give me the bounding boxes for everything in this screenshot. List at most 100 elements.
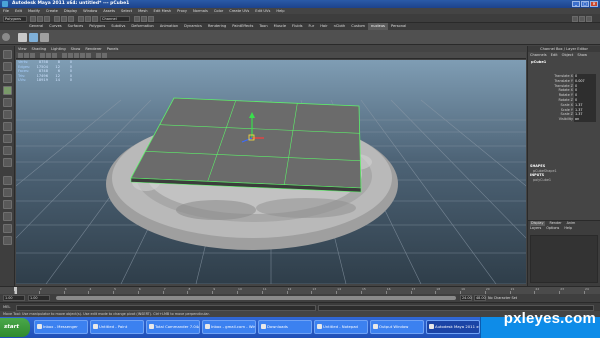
soft-mod-icon[interactable] bbox=[3, 134, 12, 143]
channel-box-toggle-icon[interactable] bbox=[586, 15, 592, 22]
new-scene-icon[interactable] bbox=[30, 15, 36, 22]
range-bar[interactable] bbox=[56, 296, 456, 300]
select-hierarchy-icon[interactable] bbox=[54, 15, 60, 22]
select-tool-icon[interactable] bbox=[3, 50, 12, 59]
channel-menu-object[interactable]: Object bbox=[562, 52, 574, 58]
playback-start-field[interactable]: 1.00 bbox=[28, 295, 50, 301]
playback-end-field[interactable]: 24.00 bbox=[460, 295, 472, 301]
command-language-label[interactable]: MEL bbox=[3, 305, 10, 309]
render-frame-icon[interactable] bbox=[134, 15, 140, 22]
shelf-tab-hair[interactable]: Hair bbox=[317, 23, 330, 30]
shelf-tab-subdivs[interactable]: Subdivs bbox=[108, 23, 128, 30]
minimize-button[interactable]: _ bbox=[572, 1, 580, 7]
taskbar-button-inbox-messenger[interactable]: Inbox - Messenger bbox=[34, 320, 88, 334]
start-button[interactable]: start bbox=[0, 318, 30, 337]
paint-select-tool-icon[interactable] bbox=[3, 74, 12, 83]
attribute-value-field[interactable]: on bbox=[574, 117, 596, 122]
textured-icon[interactable] bbox=[80, 53, 85, 58]
menu-set-selector[interactable]: Polygons bbox=[3, 15, 27, 22]
camera-attributes-icon[interactable] bbox=[24, 53, 29, 58]
shelf-tab-deformation[interactable]: Deformation bbox=[128, 23, 156, 30]
shelf-cube-icon[interactable] bbox=[18, 33, 27, 42]
input-node[interactable]: polyCube1 bbox=[530, 178, 599, 183]
render-settings-icon[interactable] bbox=[148, 15, 154, 22]
snap-grid-icon[interactable] bbox=[78, 15, 84, 22]
taskbar-button-autodesk-maya-2011-x6[interactable]: Autodesk Maya 2011 x6... bbox=[426, 320, 480, 334]
channel-menu-edit[interactable]: Edit bbox=[551, 52, 558, 58]
scale-tool-icon[interactable] bbox=[3, 110, 12, 119]
snap-curve-icon[interactable] bbox=[85, 15, 91, 22]
single-perspective-layout-icon[interactable] bbox=[3, 176, 12, 185]
select-object-icon[interactable] bbox=[61, 15, 67, 22]
open-scene-icon[interactable] bbox=[37, 15, 43, 22]
shelf-sphere-icon[interactable] bbox=[29, 33, 38, 42]
smooth-shade-icon[interactable] bbox=[68, 53, 73, 58]
shelf-tab-fur[interactable]: Fur bbox=[306, 23, 318, 30]
shelf-tab-custom[interactable]: Custom bbox=[348, 23, 368, 30]
shelf-tab-personal[interactable]: Personal bbox=[388, 23, 409, 30]
shelf-tab-muscle[interactable]: Muscle bbox=[271, 23, 289, 30]
object-name[interactable]: pCube1 bbox=[528, 58, 600, 66]
shelf-tab-nucleus[interactable]: nucleus bbox=[368, 23, 388, 30]
persp-graph-layout-icon[interactable] bbox=[3, 212, 12, 221]
lights-icon[interactable] bbox=[86, 53, 91, 58]
tool-settings-toggle-icon[interactable] bbox=[579, 15, 585, 22]
attribute-row[interactable]: Visibility on bbox=[530, 117, 599, 122]
animation-end-field[interactable]: 48.00 bbox=[474, 295, 486, 301]
command-input[interactable] bbox=[16, 304, 316, 311]
scene-graphics[interactable] bbox=[16, 60, 526, 284]
hypershade-layout-icon[interactable] bbox=[3, 224, 12, 233]
shelf-tab-rendering[interactable]: Rendering bbox=[205, 23, 229, 30]
character-set-selector[interactable]: No Character Set bbox=[488, 295, 517, 301]
perspective-viewport[interactable]: Verts: 8758 8 0 Edges: 17504 12 0 Faces: 8748 6 0 Tr… bbox=[16, 60, 526, 284]
film-gate-icon[interactable] bbox=[52, 53, 57, 58]
maximize-button[interactable]: □ bbox=[581, 1, 589, 7]
shelf-tab-surfaces[interactable]: Surfaces bbox=[65, 23, 87, 30]
shelf-tab-general[interactable]: General bbox=[26, 23, 46, 30]
taskbar-button-untitled-paint[interactable]: Untitled - Paint bbox=[90, 320, 144, 334]
isolate-select-icon[interactable] bbox=[96, 53, 101, 58]
taskbar-button-inbox-gmail-com-windo[interactable]: Inbox - gmail.com - Windo... bbox=[202, 320, 256, 334]
attribute-editor-toggle-icon[interactable] bbox=[572, 15, 578, 22]
quick-name-field[interactable]: Channel bbox=[100, 15, 130, 22]
layer-list-area[interactable] bbox=[530, 235, 598, 283]
select-component-icon[interactable] bbox=[68, 15, 74, 22]
taskbar-button-total-commander-7-04a[interactable]: Total Commander 7.04a bbox=[146, 320, 200, 334]
shelf-tab-painteffects[interactable]: PaintEffects bbox=[229, 23, 256, 30]
close-button[interactable]: × bbox=[590, 1, 598, 7]
rotate-tool-icon[interactable] bbox=[3, 98, 12, 107]
persp-outliner-layout-icon[interactable] bbox=[3, 200, 12, 209]
taskbar-button-downloads[interactable]: Downloads bbox=[258, 320, 312, 334]
bookmark-icon[interactable] bbox=[30, 53, 35, 58]
animation-start-field[interactable]: 1.00 bbox=[3, 295, 25, 301]
universal-manip-icon[interactable] bbox=[3, 122, 12, 131]
outliner-layout-icon[interactable] bbox=[3, 236, 12, 245]
show-manip-icon[interactable] bbox=[3, 146, 12, 155]
shelf-cylinder-icon[interactable] bbox=[40, 33, 49, 42]
wireframe-icon[interactable] bbox=[62, 53, 67, 58]
channel-menu-channels[interactable]: Channels bbox=[530, 52, 547, 58]
shelf-tab-toon[interactable]: Toon bbox=[256, 23, 270, 30]
time-slider[interactable]: 1 2 3 4 5 6 7 8 9 10 11 12 13 14 15 16 17 18 19 20 21 22 23 24 bbox=[0, 286, 600, 295]
wireframe-on-shaded-icon[interactable] bbox=[74, 53, 79, 58]
image-plane-icon[interactable] bbox=[40, 53, 45, 58]
move-tool-icon[interactable] bbox=[3, 86, 12, 95]
camera-select-icon[interactable] bbox=[18, 53, 23, 58]
grid-toggle-icon[interactable] bbox=[46, 53, 51, 58]
lasso-tool-icon[interactable] bbox=[3, 62, 12, 71]
layer-menu-help[interactable]: Help bbox=[564, 226, 572, 231]
shelf-gear-icon[interactable] bbox=[2, 33, 10, 41]
ipr-render-icon[interactable] bbox=[141, 15, 147, 22]
channel-menu-show[interactable]: Show bbox=[577, 52, 587, 58]
snap-point-icon[interactable] bbox=[92, 15, 98, 22]
four-view-layout-icon[interactable] bbox=[3, 188, 12, 197]
xray-icon[interactable] bbox=[102, 53, 107, 58]
save-scene-icon[interactable] bbox=[44, 15, 50, 22]
shelf-tab-curves[interactable]: Curves bbox=[46, 23, 64, 30]
selected-plane-pcube1[interactable] bbox=[130, 97, 362, 193]
shelf-tab-animation[interactable]: Animation bbox=[157, 23, 181, 30]
layer-menu-options[interactable]: Options bbox=[546, 226, 559, 231]
last-tool-icon[interactable] bbox=[3, 158, 12, 167]
taskbar-button-untitled-notepad[interactable]: Untitled - Notepad bbox=[314, 320, 368, 334]
shelf-tab-ncloth[interactable]: nCloth bbox=[331, 23, 349, 30]
